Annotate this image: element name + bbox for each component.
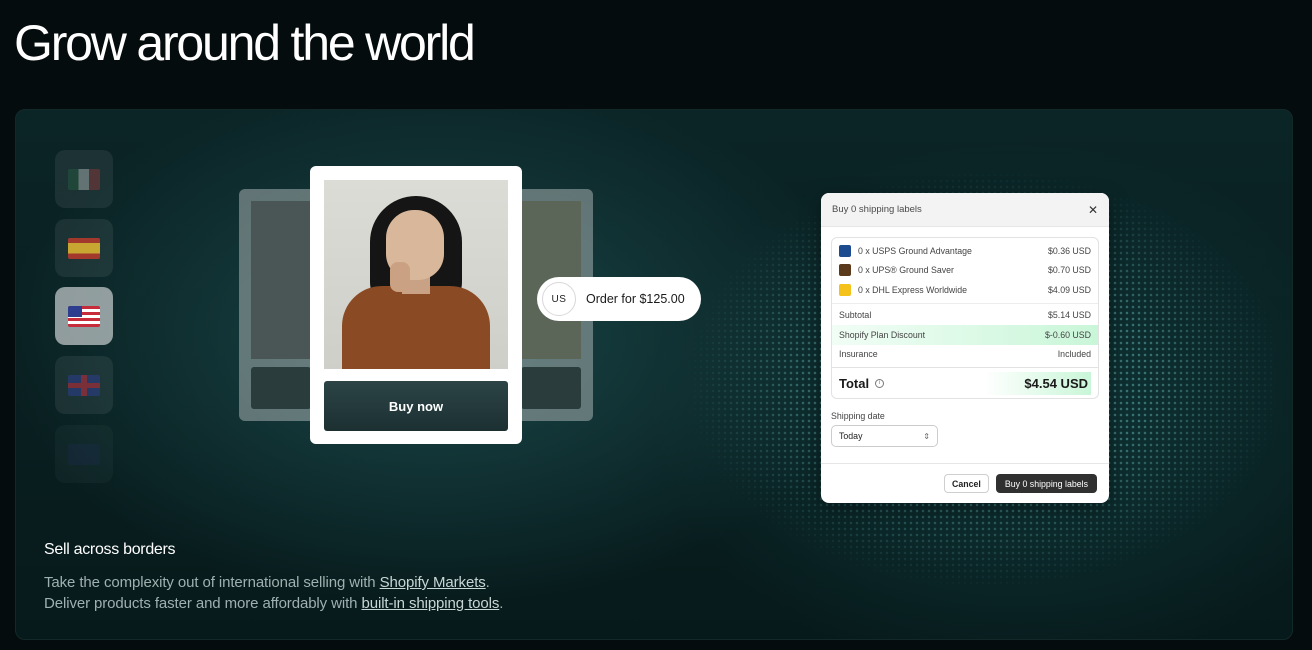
line-item: 0 x DHL Express Worldwide $4.09 USD	[832, 280, 1098, 300]
insurance-label: Insurance	[839, 349, 878, 360]
description-text: .	[485, 574, 490, 591]
order-notification: US Order for $125.00	[537, 277, 701, 321]
discount-label: Shopify Plan Discount	[839, 329, 926, 340]
feature-description: Take the complexity out of international…	[44, 572, 503, 614]
feature-panel: Buy now US Order for $125.00 Buy 0 shipp…	[15, 109, 1293, 640]
order-summary: 0 x USPS Ground Advantage $0.36 USD 0 x …	[831, 237, 1099, 399]
flag-tile-mexico[interactable]	[55, 150, 113, 208]
discount-row: Shopify Plan Discount $-0.60 USD	[832, 325, 1098, 345]
shipping-date-value: Today	[839, 431, 863, 441]
ups-icon	[839, 264, 851, 277]
product-card: Buy now	[310, 166, 522, 444]
insurance-row: Insurance Included	[832, 345, 1098, 365]
spain-flag-icon	[68, 237, 100, 259]
shipping-tools-link[interactable]: built-in shipping tools	[361, 595, 499, 612]
product-image-left	[251, 201, 311, 359]
description-text: .	[499, 595, 504, 612]
line-item-amount: $4.09 USD	[1047, 284, 1091, 295]
buy-shipping-labels-button[interactable]: Buy 0 shipping labels	[995, 474, 1097, 493]
page-title: Grow around the world	[14, 15, 476, 71]
flag-tile-australia[interactable]	[55, 425, 113, 483]
dhl-icon	[839, 283, 851, 296]
total-amount: $4.54 USD	[984, 371, 1091, 395]
shipping-date-label: Shipping date	[831, 411, 885, 421]
uk-flag-icon	[68, 374, 100, 396]
description-text: Deliver products faster and more afforda…	[44, 595, 362, 612]
subtotal-row: Subtotal $5.14 USD	[832, 306, 1098, 326]
shopify-markets-link[interactable]: Shopify Markets	[380, 574, 486, 591]
modal-footer: Cancel Buy 0 shipping labels	[821, 463, 1109, 503]
subtotal-amount: $5.14 USD	[1047, 310, 1091, 321]
shipping-date-select[interactable]: Today ⇕	[831, 425, 938, 447]
line-item: 0 x USPS Ground Advantage $0.36 USD	[832, 241, 1098, 261]
line-item-label: 0 x DHL Express Worldwide	[858, 284, 968, 295]
cancel-button[interactable]: Cancel	[944, 474, 989, 493]
buy-button-left	[251, 367, 311, 409]
flag-tile-united-kingdom[interactable]	[55, 356, 113, 414]
line-item-label: 0 x UPS® Ground Saver	[858, 265, 954, 276]
subtotal-label: Subtotal	[839, 310, 872, 321]
buy-button-right	[521, 367, 581, 409]
insurance-value: Included	[1057, 349, 1091, 360]
line-item-amount: $0.36 USD	[1047, 245, 1091, 256]
discount-amount: $-0.60 USD	[1045, 329, 1091, 340]
us-flag-icon	[68, 305, 100, 327]
flag-tile-united-states[interactable]	[55, 287, 113, 345]
buy-now-button[interactable]: Buy now	[324, 381, 508, 431]
line-item: 0 x UPS® Ground Saver $0.70 USD	[832, 261, 1098, 281]
total-label: Total	[839, 375, 870, 391]
description-text: Take the complexity out of international…	[44, 574, 380, 591]
shipping-labels-modal: Buy 0 shipping labels ✕ 0 x USPS Ground …	[821, 193, 1109, 503]
line-item-label: 0 x USPS Ground Advantage	[858, 245, 972, 256]
feature-copy: Sell across borders Take the complexity …	[44, 541, 503, 614]
info-icon[interactable]: i	[875, 378, 885, 388]
mexico-flag-icon	[68, 168, 100, 190]
close-icon[interactable]: ✕	[1088, 203, 1098, 217]
total-row: Total i $4.54 USD	[832, 367, 1098, 398]
feature-heading: Sell across borders	[44, 541, 176, 558]
chevron-updown-icon: ⇕	[923, 431, 930, 441]
product-photo	[324, 180, 508, 369]
line-item-amount: $0.70 USD	[1047, 265, 1091, 276]
order-text: Order for $125.00	[586, 292, 685, 306]
modal-header: Buy 0 shipping labels ✕	[821, 193, 1109, 227]
australia-flag-icon	[68, 443, 100, 465]
modal-title: Buy 0 shipping labels	[832, 204, 922, 215]
flag-tile-spain[interactable]	[55, 219, 113, 277]
country-code-badge: US	[542, 282, 576, 316]
usps-icon	[839, 244, 851, 257]
